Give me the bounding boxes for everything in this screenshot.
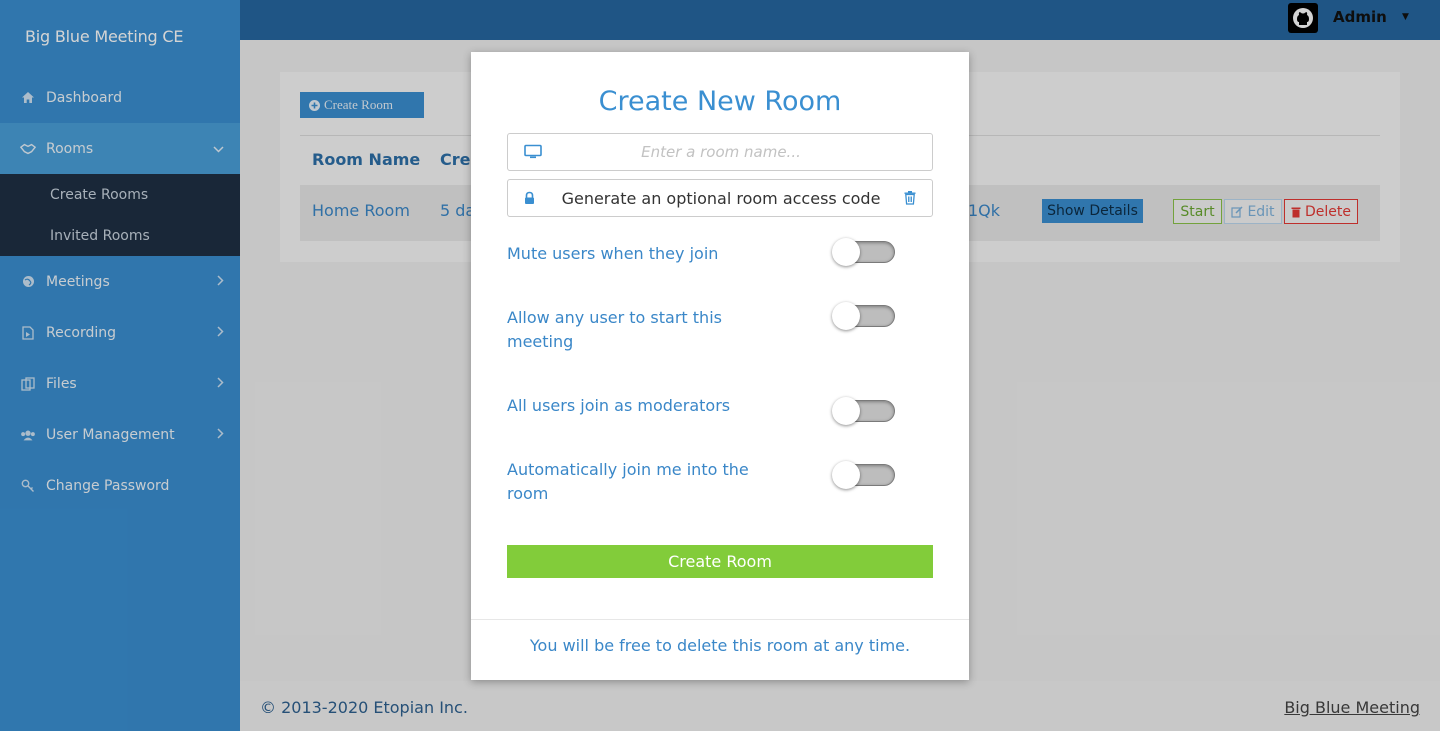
option-label-mute-users: Mute users when they join — [507, 244, 719, 263]
toggle-knob — [832, 397, 860, 425]
create-room-modal: Create New Room Generate an optional roo… — [471, 52, 969, 680]
modal-title: Create New Room — [598, 86, 842, 117]
toggle-knob — [832, 461, 860, 489]
modal-divider — [471, 619, 969, 620]
create-room-submit-button[interactable]: Create Room — [507, 545, 933, 578]
toggle-any-user-start[interactable] — [832, 302, 895, 330]
toggle-all-moderators[interactable] — [832, 397, 895, 425]
access-code-field[interactable]: Generate an optional room access code — [507, 179, 933, 217]
room-name-field — [507, 133, 933, 171]
modal-footer-note: You will be free to delete this room at … — [529, 636, 911, 655]
toggle-knob — [832, 302, 860, 330]
monitor-icon — [524, 144, 542, 160]
lock-icon — [524, 191, 535, 205]
room-name-input[interactable] — [548, 138, 894, 166]
trash-icon[interactable] — [904, 191, 916, 205]
option-label-all-moderators: All users join as moderators — [507, 396, 731, 415]
toggle-mute-users[interactable] — [832, 238, 895, 266]
toggle-auto-join[interactable] — [832, 461, 895, 489]
access-code-label: Generate an optional room access code — [561, 189, 881, 208]
toggle-knob — [832, 238, 860, 266]
option-label-auto-join: Automatically join me into the room — [507, 460, 749, 503]
option-label-any-user-start: Allow any user to start this meeting — [507, 308, 722, 351]
